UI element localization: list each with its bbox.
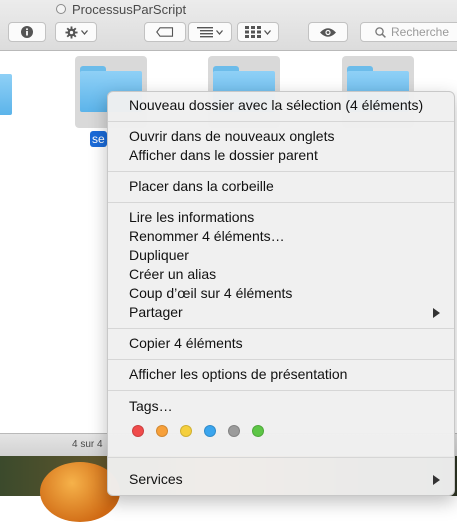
- tag-blue-icon[interactable]: [204, 425, 216, 437]
- search-icon: [375, 26, 386, 38]
- menu-item-get-info[interactable]: Lire les informations: [108, 208, 454, 227]
- folder-icon[interactable]: [0, 69, 12, 115]
- window-title-text: ProcessusParScript: [72, 1, 187, 17]
- chevron-down-icon: [216, 29, 223, 35]
- arrange-button[interactable]: [188, 22, 232, 42]
- menu-item-share[interactable]: Partager: [108, 303, 454, 322]
- info-icon: [21, 26, 33, 38]
- action-menu-button[interactable]: [55, 22, 97, 42]
- chevron-down-icon: [264, 29, 271, 35]
- search-placeholder: Recherche: [391, 25, 450, 39]
- gear-icon: [64, 25, 78, 39]
- tags-button[interactable]: [144, 22, 186, 42]
- menu-separator: [108, 359, 454, 360]
- tag-icon: [156, 27, 174, 37]
- eye-icon: [320, 27, 336, 37]
- menu-item-new-folder-with-selection[interactable]: Nouveau dossier avec la sélection (4 élé…: [108, 96, 454, 115]
- menu-separator: [108, 121, 454, 122]
- tag-orange-icon[interactable]: [156, 425, 168, 437]
- menu-item-move-to-trash[interactable]: Placer dans la corbeille: [108, 177, 454, 196]
- tag-green-icon[interactable]: [252, 425, 264, 437]
- tag-gray-icon[interactable]: [228, 425, 240, 437]
- menu-item-tags[interactable]: Tags…: [108, 397, 454, 416]
- menu-item-rename[interactable]: Renommer 4 éléments…: [108, 227, 454, 246]
- tag-color-row: [132, 425, 264, 439]
- menu-item-make-alias[interactable]: Créer un alias: [108, 265, 454, 284]
- item-count: 4 sur 4: [72, 439, 103, 450]
- menu-item-duplicate[interactable]: Dupliquer: [108, 246, 454, 265]
- menu-separator: [108, 171, 454, 172]
- submenu-arrow-icon: [433, 475, 440, 485]
- menu-separator: [108, 202, 454, 203]
- menu-separator: [108, 457, 454, 458]
- grid-icon: [245, 26, 261, 38]
- submenu-arrow-icon: [433, 308, 440, 318]
- list-icon: [197, 26, 213, 37]
- menu-item-share-label: Partager: [129, 304, 183, 320]
- get-info-button[interactable]: [8, 22, 46, 42]
- menu-item-show-view-options[interactable]: Afficher les options de présentation: [108, 365, 454, 384]
- menu-item-services[interactable]: Services: [108, 470, 454, 489]
- menu-item-services-label: Services: [129, 471, 183, 487]
- menu-item-show-in-enclosing-folder[interactable]: Afficher dans le dossier parent: [108, 146, 454, 165]
- tag-red-icon[interactable]: [132, 425, 144, 437]
- folder-proxy-icon[interactable]: [56, 4, 66, 14]
- view-options-button[interactable]: [237, 22, 279, 42]
- menu-item-quick-look[interactable]: Coup d’œil sur 4 éléments: [108, 284, 454, 303]
- tag-yellow-icon[interactable]: [180, 425, 192, 437]
- window-title: ProcessusParScript: [56, 0, 186, 18]
- context-menu: Nouveau dossier avec la sélection (4 élé…: [107, 91, 455, 496]
- quick-look-button[interactable]: [308, 22, 348, 42]
- menu-item-copy[interactable]: Copier 4 éléments: [108, 334, 454, 353]
- selected-file-name[interactable]: se: [90, 131, 107, 147]
- search-field[interactable]: Recherche: [360, 22, 457, 42]
- chevron-down-icon: [80, 29, 88, 35]
- finder-toolbar: ProcessusParScript Recherche: [0, 0, 457, 51]
- menu-separator: [108, 328, 454, 329]
- menu-item-open-in-new-tabs[interactable]: Ouvrir dans de nouveaux onglets: [108, 127, 454, 146]
- menu-separator: [108, 390, 454, 391]
